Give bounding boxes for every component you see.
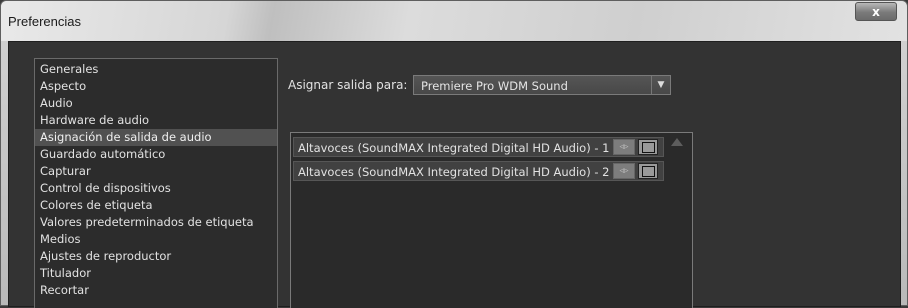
output-device-select[interactable]: Premiere Pro WDM Sound ▼: [413, 75, 671, 95]
channel-list: Altavoces (SoundMAX Integrated Digital H…: [290, 132, 693, 308]
assign-output-label: Asignar salida para:: [288, 78, 408, 92]
category-item[interactable]: Generales: [35, 61, 277, 78]
frame-icon[interactable]: [638, 139, 658, 155]
category-item[interactable]: Titulador: [35, 265, 277, 282]
channel-label: Altavoces (SoundMAX Integrated Digital H…: [298, 165, 610, 179]
category-item[interactable]: Control de dispositivos: [35, 180, 277, 197]
category-item[interactable]: Audio: [35, 95, 277, 112]
window-title: Preferencias: [8, 14, 81, 29]
category-item[interactable]: Valores predeterminados de etiqueta: [35, 214, 277, 231]
category-item[interactable]: Capturar: [35, 163, 277, 180]
category-item[interactable]: Guardado automático: [35, 146, 277, 163]
stereo-speaker-icon[interactable]: ◃▹: [613, 163, 635, 179]
category-item[interactable]: Asignación de salida de audio: [35, 129, 277, 146]
dialog-body: Generales Aspecto Audio Hardware de audio As…: [8, 41, 901, 308]
category-item[interactable]: Aspecto: [35, 78, 277, 95]
category-item[interactable]: Ajustes de reproductor: [35, 248, 277, 265]
close-button[interactable]: x: [855, 2, 897, 21]
title-bar[interactable]: Preferencias x: [1, 1, 907, 41]
category-list: Generales Aspecto Audio Hardware de audio As…: [34, 58, 278, 308]
category-item[interactable]: Colores de etiqueta: [35, 197, 277, 214]
preferences-window: Preferencias x Generales Aspecto Audio Hard…: [0, 0, 908, 308]
output-device-value: Premiere Pro WDM Sound: [421, 79, 568, 93]
scroll-up-icon[interactable]: [671, 138, 683, 146]
close-icon: x: [872, 5, 880, 19]
chevron-down-icon[interactable]: ▼: [651, 76, 670, 94]
category-item[interactable]: Recortar: [35, 282, 277, 299]
category-item[interactable]: Hardware de audio: [35, 112, 277, 129]
stereo-speaker-icon[interactable]: ◃▹: [613, 139, 635, 155]
category-item[interactable]: Medios: [35, 231, 277, 248]
channel-label: Altavoces (SoundMAX Integrated Digital H…: [298, 141, 610, 155]
channel-row[interactable]: Altavoces (SoundMAX Integrated Digital H…: [293, 161, 664, 181]
frame-icon[interactable]: [638, 163, 658, 179]
channel-row[interactable]: Altavoces (SoundMAX Integrated Digital H…: [293, 137, 664, 157]
